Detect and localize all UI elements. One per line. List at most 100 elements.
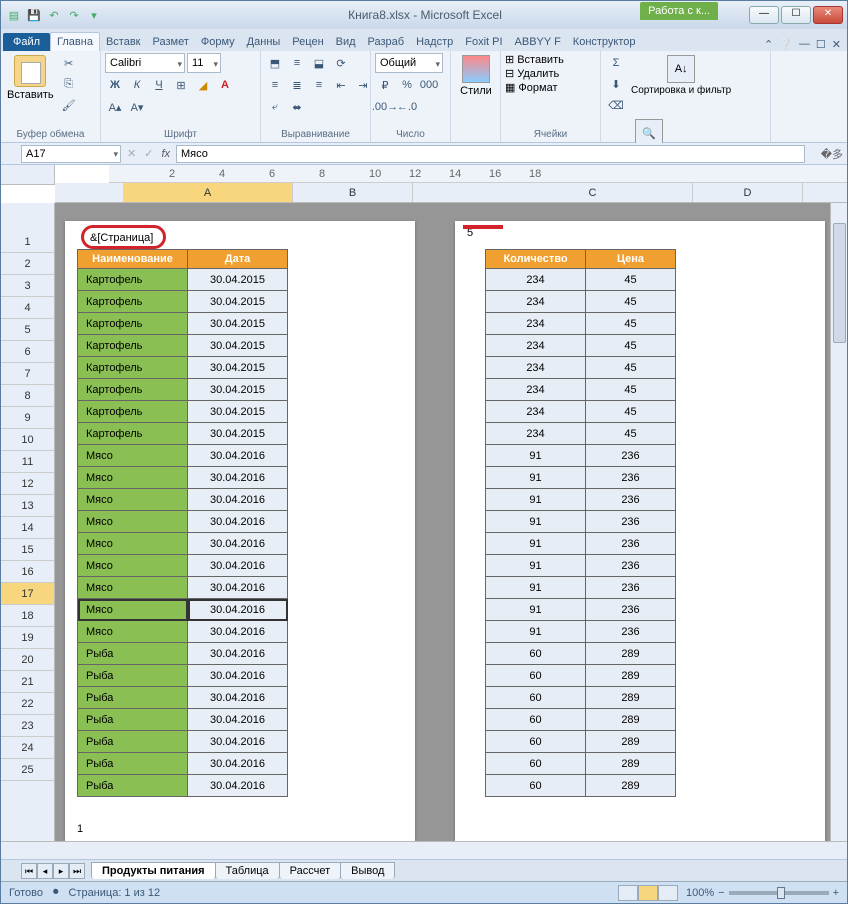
align-center-icon[interactable]: ≣ (287, 75, 307, 95)
expand-formula-icon[interactable]: �多 (821, 146, 843, 162)
table-row[interactable]: Мясо30.04.2016 (78, 467, 288, 489)
row-header-7[interactable]: 7 (1, 363, 54, 385)
table-row[interactable]: 23445 (486, 357, 676, 379)
table-row[interactable]: 60289 (486, 687, 676, 709)
number-format-combo[interactable]: Общий (375, 53, 443, 73)
font-size-combo[interactable]: 11 (187, 53, 221, 73)
zoom-slider[interactable] (729, 891, 829, 895)
table-row[interactable]: Рыба30.04.2016 (78, 709, 288, 731)
table-row[interactable]: 23445 (486, 401, 676, 423)
row-header-5[interactable]: 5 (1, 319, 54, 341)
table-row[interactable]: 91236 (486, 445, 676, 467)
row-header-13[interactable]: 13 (1, 495, 54, 517)
table-row[interactable]: Мясо30.04.2016 (78, 445, 288, 467)
autosum-icon[interactable]: Σ (605, 53, 627, 73)
percent-icon[interactable]: % (397, 75, 417, 95)
align-middle-icon[interactable]: ≡ (287, 53, 307, 73)
table-row[interactable]: Рыба30.04.2016 (78, 687, 288, 709)
window-min-icon[interactable]: — (799, 38, 810, 51)
format-painter-icon[interactable]: 🖌 (58, 95, 80, 115)
cancel-formula-icon[interactable]: ✕ (127, 147, 136, 160)
row-header-25[interactable]: 25 (1, 759, 54, 781)
zoom-thumb[interactable] (777, 887, 785, 899)
bold-icon[interactable]: Ж (105, 75, 125, 95)
table-row[interactable]: Картофель30.04.2015 (78, 291, 288, 313)
row-header-17[interactable]: 17 (1, 583, 54, 605)
formula-input[interactable]: Мясо (176, 145, 805, 163)
table-row[interactable]: Мясо30.04.2016 (78, 511, 288, 533)
help-icon[interactable]: ❔ (779, 38, 793, 51)
tab-review[interactable]: Рецен (286, 33, 329, 51)
sheet-tab-0[interactable]: Продукты питания (91, 862, 216, 879)
row-header-23[interactable]: 23 (1, 715, 54, 737)
vertical-scrollbar[interactable] (830, 203, 847, 841)
indent-increase-icon[interactable]: ⇥ (353, 75, 373, 95)
table-row[interactable]: 60289 (486, 731, 676, 753)
row-header-20[interactable]: 20 (1, 649, 54, 671)
fx-icon[interactable]: fx (161, 148, 170, 160)
paste-button[interactable]: Вставить (5, 53, 56, 103)
row-header-14[interactable]: 14 (1, 517, 54, 539)
maximize-button[interactable]: ☐ (781, 6, 811, 24)
table-row[interactable]: Мясо30.04.2016 (78, 577, 288, 599)
view-normal-button[interactable] (618, 885, 638, 901)
sheet-tab-1[interactable]: Таблица (215, 862, 280, 879)
sort-filter-button[interactable]: A↓ Сортировка и фильтр (629, 53, 733, 98)
undo-icon[interactable]: ↶ (45, 6, 63, 24)
save-icon[interactable]: 💾 (25, 6, 43, 24)
row-header-2[interactable]: 2 (1, 253, 54, 275)
table-row[interactable]: Картофель30.04.2015 (78, 335, 288, 357)
tab-design[interactable]: Конструктор (567, 33, 642, 51)
zoom-level[interactable]: 100% (686, 887, 714, 899)
row-header-11[interactable]: 11 (1, 451, 54, 473)
font-color-icon[interactable]: A (215, 75, 235, 95)
table-row[interactable]: 60289 (486, 643, 676, 665)
minimize-button[interactable]: — (749, 6, 779, 24)
table-row[interactable]: Картофель30.04.2015 (78, 401, 288, 423)
cut-icon[interactable]: ✂ (58, 53, 80, 73)
table-row[interactable]: 91236 (486, 555, 676, 577)
table-row[interactable]: 23445 (486, 335, 676, 357)
orientation-icon[interactable]: ⟳ (331, 53, 351, 73)
cells-format-button[interactable]: ▦Формат (505, 81, 557, 94)
comma-icon[interactable]: 000 (419, 75, 439, 95)
decrease-font-icon[interactable]: A▾ (127, 97, 147, 117)
increase-font-icon[interactable]: A▴ (105, 97, 125, 117)
sheet-tab-3[interactable]: Вывод (340, 862, 395, 879)
table-row[interactable]: 91236 (486, 533, 676, 555)
row-header-12[interactable]: 12 (1, 473, 54, 495)
th-qty[interactable]: Количество (486, 250, 586, 269)
redo-icon[interactable]: ↷ (65, 6, 83, 24)
enter-formula-icon[interactable]: ✓ (144, 147, 153, 160)
view-page-layout-button[interactable] (638, 885, 658, 901)
sheet-nav-prev[interactable]: ◂ (37, 863, 53, 879)
tab-data[interactable]: Данны (241, 33, 287, 51)
row-header-6[interactable]: 6 (1, 341, 54, 363)
table-row[interactable]: 91236 (486, 511, 676, 533)
th-name[interactable]: Наименование (78, 250, 188, 269)
zoom-out-button[interactable]: − (718, 887, 724, 899)
horizontal-scrollbar[interactable] (1, 841, 847, 859)
row-header-3[interactable]: 3 (1, 275, 54, 297)
table-row[interactable]: 23445 (486, 313, 676, 335)
window-close-icon[interactable]: ✕ (832, 38, 841, 51)
sheet-body[interactable]: &[Страница] Наименование Дата Картофель3… (55, 203, 847, 841)
row-header-15[interactable]: 15 (1, 539, 54, 561)
tab-home[interactable]: Главна (50, 32, 100, 51)
table-row[interactable]: Мясо30.04.2016 (78, 555, 288, 577)
col-header-c[interactable]: C (493, 183, 693, 202)
decrease-decimal-icon[interactable]: ←.0 (397, 97, 417, 117)
row-header-16[interactable]: 16 (1, 561, 54, 583)
scrollbar-thumb[interactable] (833, 223, 846, 343)
table-row[interactable]: 91236 (486, 621, 676, 643)
row-header-19[interactable]: 19 (1, 627, 54, 649)
table-row[interactable]: Картофель30.04.2015 (78, 357, 288, 379)
row-header-18[interactable]: 18 (1, 605, 54, 627)
close-button[interactable]: ✕ (813, 6, 843, 24)
tab-foxit[interactable]: Foxit PI (459, 33, 508, 51)
table-row[interactable]: Рыба30.04.2016 (78, 753, 288, 775)
name-box[interactable]: A17 (21, 145, 121, 163)
table-row[interactable]: Рыба30.04.2016 (78, 643, 288, 665)
tab-layout[interactable]: Размет (147, 33, 195, 51)
th-date[interactable]: Дата (188, 250, 288, 269)
